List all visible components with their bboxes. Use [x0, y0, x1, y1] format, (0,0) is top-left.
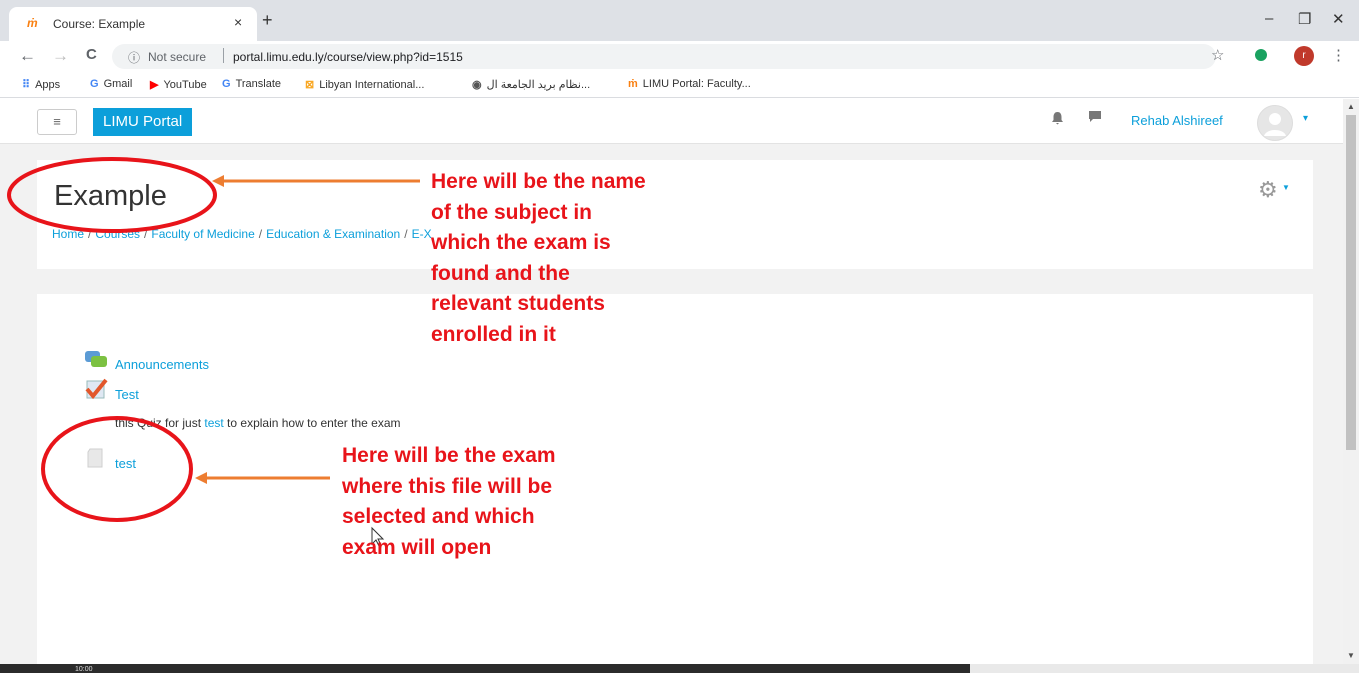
annotation-line: found and the	[431, 261, 570, 285]
bookmark-label: Translate	[235, 78, 282, 90]
page-scrollbar[interactable]: ▲ ▼	[1343, 99, 1359, 664]
bookmark-label: YouTube	[163, 79, 207, 91]
user-menu-caret-icon[interactable]: ▾	[1303, 113, 1308, 124]
gear-icon[interactable]: ⚙	[1258, 177, 1278, 203]
taskbar-tray	[970, 664, 1359, 673]
browser-window: ṁ Course: Example × + – ❐ ✕ ← → C ⓘ Not …	[0, 0, 1359, 673]
quiz-icon	[84, 378, 108, 405]
breadcrumb-item[interactable]: Courses	[95, 227, 140, 241]
minimize-icon[interactable]: –	[1265, 10, 1273, 27]
bookmark-google[interactable]: G Gmail	[90, 78, 132, 90]
course-content: Announcements Test this Quiz for just te…	[37, 294, 1313, 664]
browser-menu-icon[interactable]: ⋮	[1331, 46, 1346, 64]
messages-icon[interactable]	[1088, 110, 1102, 126]
scroll-up-icon[interactable]: ▲	[1347, 102, 1355, 111]
apps-icon: ⠿	[22, 79, 31, 91]
not-secure-label: Not secure	[148, 50, 207, 64]
tab-title: Course: Example	[53, 17, 146, 31]
bookmark-label: LIMU Portal: Faculty...	[642, 78, 751, 90]
course-header: Example Home / Courses / Faculty of Medicine…	[37, 160, 1313, 269]
close-window-icon[interactable]: ✕	[1332, 10, 1345, 28]
page-title: Example	[54, 180, 167, 212]
page-viewport: ≡ LIMU Portal Rehab Alshireef ▾ Example …	[0, 99, 1343, 664]
translate-icon: G	[222, 78, 231, 90]
summary-suffix: to explain how to enter the exam	[223, 416, 401, 430]
forum-icon	[84, 350, 108, 375]
google-icon: G	[90, 78, 99, 90]
tab-close-icon[interactable]: ×	[234, 14, 242, 30]
file-icon	[86, 447, 106, 474]
subject-annotation-text: Here will be the name of the subject in wh…	[431, 167, 646, 350]
address-toolbar: ← → C ⓘ Not secure portal.limu.edu.ly/co…	[0, 41, 1359, 72]
breadcrumb-item[interactable]: Faculty of Medicine	[151, 227, 254, 241]
summary-link[interactable]: test	[204, 416, 223, 430]
forward-icon[interactable]: →	[52, 46, 69, 66]
moodle-favicon-icon: ṁ	[27, 16, 38, 30]
youtube-icon: ▶	[150, 79, 159, 91]
new-tab-button[interactable]: +	[262, 11, 273, 29]
reload-icon[interactable]: C	[86, 46, 97, 63]
breadcrumb-separator: /	[144, 227, 148, 241]
info-icon[interactable]: ⓘ	[128, 49, 140, 66]
bookmark-label: Gmail	[103, 78, 133, 90]
breadcrumb-separator: /	[88, 227, 92, 241]
bookmark-label: Libyan International...	[319, 79, 425, 91]
annotation-line: selected and which	[342, 505, 535, 528]
annotation-line: Here will be the name	[431, 170, 646, 193]
site-navbar: ≡ LIMU Portal Rehab Alshireef ▾	[0, 99, 1343, 144]
bookmark-label: Apps	[35, 79, 61, 91]
brand-link[interactable]: LIMU Portal	[93, 108, 193, 136]
breadcrumb-separator: /	[404, 227, 408, 241]
annotation-line: which the exam is	[431, 231, 611, 254]
user-avatar[interactable]	[1257, 105, 1293, 141]
bookmark-libyan[interactable]: ⊠ Libyan International...	[305, 78, 424, 91]
globe-icon: ◉	[472, 79, 482, 91]
taskbar-clock: 10:00	[75, 666, 93, 673]
bookmark-star-icon[interactable]: ☆	[1211, 46, 1224, 64]
bookmark-label: نظام بريد الجامعة ال...	[486, 79, 591, 91]
libyan-icon: ⊠	[305, 79, 315, 91]
scroll-down-icon[interactable]: ▼	[1347, 651, 1355, 660]
test-quiz-link[interactable]: Test	[115, 387, 139, 402]
activity-summary: this Quiz for just test to explain how t…	[115, 416, 401, 430]
bookmark-translate[interactable]: G Translate	[222, 78, 281, 90]
restore-icon[interactable]: ❐	[1298, 10, 1311, 28]
extension-icon[interactable]	[1255, 49, 1267, 61]
profile-avatar[interactable]: r	[1294, 46, 1314, 66]
back-icon[interactable]: ←	[19, 46, 36, 66]
breadcrumb-separator: /	[258, 227, 263, 241]
address-bar[interactable]: ⓘ Not secure portal.limu.edu.ly/course/v…	[112, 44, 1216, 69]
bookmark-globe[interactable]: ◉ نظام بريد الجامعة ال...	[472, 78, 590, 91]
menu-toggle-button[interactable]: ≡	[37, 109, 77, 135]
test-file-link[interactable]: test	[115, 456, 136, 471]
url-text[interactable]: portal.limu.edu.ly/course/view.php?id=15…	[233, 50, 463, 64]
notification-bell-icon[interactable]	[1051, 111, 1064, 128]
announcements-link[interactable]: Announcements	[115, 357, 209, 372]
gear-caret-icon[interactable]: ▼	[1282, 183, 1290, 192]
bookmark-moodle[interactable]: ṁ LIMU Portal: Faculty...	[628, 78, 751, 90]
browser-tab[interactable]: ṁ Course: Example ×	[9, 7, 257, 41]
annotation-line: Here will be the exam	[342, 444, 556, 467]
exam-annotation-text: Here will be the exam where this file wil…	[342, 441, 556, 563]
annotation-line: where this file will be	[342, 474, 553, 498]
summary-prefix: this Quiz for just	[115, 416, 205, 430]
annotation-line: enrolled in it	[431, 322, 556, 346]
annotation-line: relevant students	[431, 292, 605, 315]
annotation-line: exam will open	[342, 535, 492, 559]
bookmarks-bar: ⠿ Apps G Gmail ▶ YouTube G Translate ⊠ Libyan Int…	[0, 72, 1359, 98]
user-name-link[interactable]: Rehab Alshireef	[1131, 113, 1223, 128]
annotation-line: of the subject in	[431, 200, 593, 224]
scroll-thumb[interactable]	[1346, 115, 1356, 450]
omnibox-divider	[223, 48, 224, 63]
breadcrumb-item[interactable]: Education & Examination	[266, 227, 400, 241]
moodle-icon: ṁ	[628, 78, 638, 90]
breadcrumb-item[interactable]: Home	[52, 227, 84, 241]
bookmark-apps[interactable]: ⠿ Apps	[22, 78, 60, 91]
breadcrumb-item[interactable]: E-X	[412, 227, 432, 241]
bookmark-youtube[interactable]: ▶ YouTube	[150, 78, 207, 91]
breadcrumb: Home / Courses / Faculty of Medicine / Educati…	[52, 227, 432, 241]
tab-strip: ṁ Course: Example × + – ❐ ✕	[0, 0, 1359, 41]
